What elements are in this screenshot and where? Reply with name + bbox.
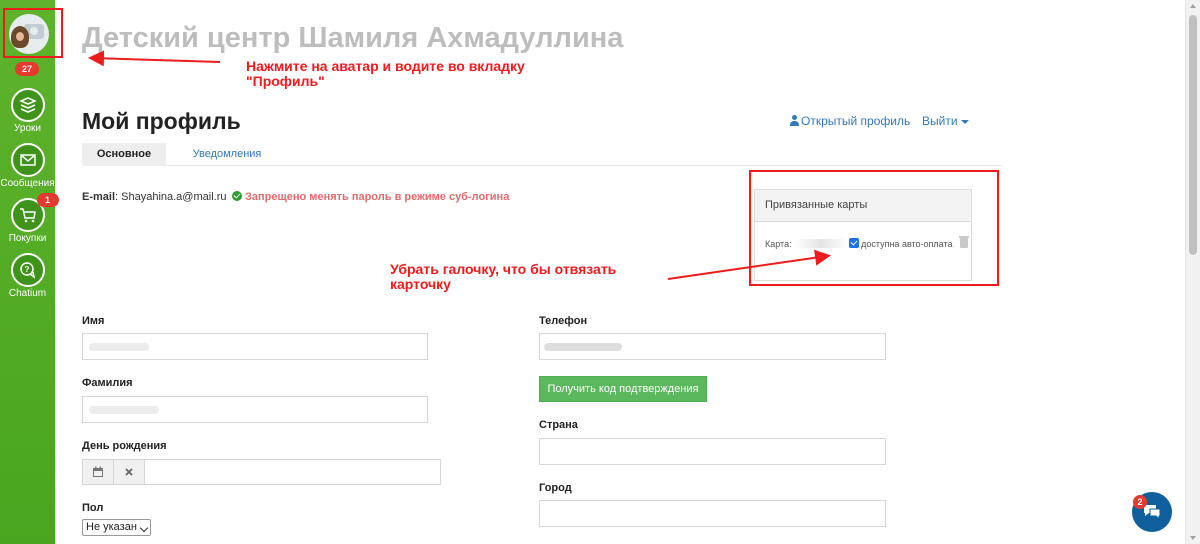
svg-text:?: ? xyxy=(24,265,29,274)
notifications-badge[interactable]: 27 xyxy=(15,62,39,76)
card-label: Карта: xyxy=(765,239,792,249)
country-label: Страна xyxy=(539,419,578,431)
open-profile-label: Открытый профиль xyxy=(801,114,911,128)
chat-badge: 2 xyxy=(1133,495,1147,509)
email-row: E-mail: Shayahina.a@mail.ru xyxy=(82,191,242,203)
last-name-field[interactable] xyxy=(82,396,428,423)
gender-label: Пол xyxy=(82,502,104,514)
verified-icon xyxy=(231,191,242,201)
city-field[interactable] xyxy=(539,500,886,527)
tab-main[interactable]: Основное xyxy=(82,143,166,166)
site-title[interactable]: Детский центр Шамиля Ахмадуллина xyxy=(82,22,623,55)
sidebar-item-label: Покупки xyxy=(8,233,47,244)
autopay-checkbox[interactable] xyxy=(849,238,860,248)
first-name-label: Имя xyxy=(82,315,105,327)
avatar-highlight xyxy=(3,8,63,58)
profile-tabs: Основное Уведомления xyxy=(82,143,1002,166)
phone-label: Телефон xyxy=(539,315,588,327)
scroll-down-icon[interactable] xyxy=(1190,536,1196,540)
city-label: Город xyxy=(539,482,572,494)
tab-notifications[interactable]: Уведомления xyxy=(177,143,277,166)
caret-down-icon xyxy=(960,119,969,124)
birthday-label: День рождения xyxy=(82,440,167,452)
chatium-icon: ? xyxy=(10,253,45,287)
autopay-label: доступна авто-оплата xyxy=(861,239,953,249)
first-name-field[interactable] xyxy=(82,333,428,360)
password-notice: Запрещено менять пароль в режиме суб-лог… xyxy=(245,191,510,203)
cart-icon: 1 xyxy=(10,193,59,232)
sidebar-item-label: Сообщения xyxy=(0,178,55,189)
avatar[interactable] xyxy=(9,14,49,54)
get-code-button[interactable]: Получить код подтверждения xyxy=(539,376,707,402)
arrow-to-avatar xyxy=(88,50,221,67)
card-row: Карта: доступна авто-оплата xyxy=(765,236,969,249)
calendar-icon[interactable] xyxy=(83,460,114,484)
annotation-card-hint: Убрать галочку, что бы отвязать карточку xyxy=(390,261,617,292)
clear-icon[interactable] xyxy=(114,460,145,484)
card-number-redacted xyxy=(794,239,849,248)
logout-dropdown[interactable]: Выйти xyxy=(922,114,969,128)
lessons-icon xyxy=(10,88,45,122)
email-value: Shayahina.a@mail.ru xyxy=(121,191,227,203)
annotation-avatar-hint: Нажмите на аватар и водите во вкладку "П… xyxy=(246,58,525,89)
sidebar: 27 Уроки Сообщения 1 Покупки ? Chatium xyxy=(0,0,59,544)
trash-icon[interactable] xyxy=(958,236,969,248)
birthday-field xyxy=(82,459,441,485)
page-title: Мой профиль xyxy=(82,108,241,134)
redacted-value xyxy=(544,343,622,351)
email-label: E-mail xyxy=(82,191,116,203)
sidebar-item-label: Уроки xyxy=(14,123,41,134)
country-field[interactable] xyxy=(539,438,886,465)
redacted-value xyxy=(89,406,159,414)
open-profile-link[interactable]: Открытый профиль xyxy=(790,114,910,128)
redacted-value xyxy=(89,343,149,351)
scrollbar[interactable] xyxy=(1185,0,1200,544)
chevron-down-icon xyxy=(139,523,149,533)
purchases-badge: 1 xyxy=(36,193,59,207)
linked-cards-header: Привязанные карты xyxy=(755,190,971,222)
sidebar-item-label: Chatium xyxy=(8,288,47,299)
user-icon xyxy=(790,115,799,126)
gender-value: Не указан xyxy=(86,521,137,533)
sidebar-item-chatium[interactable]: ? Chatium xyxy=(0,253,55,299)
linked-cards-panel: Привязанные карты Карта: доступна авто-о… xyxy=(754,189,972,281)
sidebar-item-purchases[interactable]: 1 Покупки xyxy=(0,193,59,244)
sidebar-item-lessons[interactable]: Уроки xyxy=(0,88,55,134)
scroll-thumb[interactable] xyxy=(1189,15,1197,255)
scroll-up-icon[interactable] xyxy=(1190,4,1196,8)
envelope-icon xyxy=(10,143,45,177)
last-name-label: Фамилия xyxy=(82,377,133,389)
phone-field[interactable] xyxy=(539,333,886,360)
user-photo xyxy=(11,26,29,48)
logout-label: Выйти xyxy=(922,114,958,128)
sidebar-item-messages[interactable]: Сообщения xyxy=(0,143,55,189)
gender-select[interactable]: Не указан xyxy=(82,519,151,536)
